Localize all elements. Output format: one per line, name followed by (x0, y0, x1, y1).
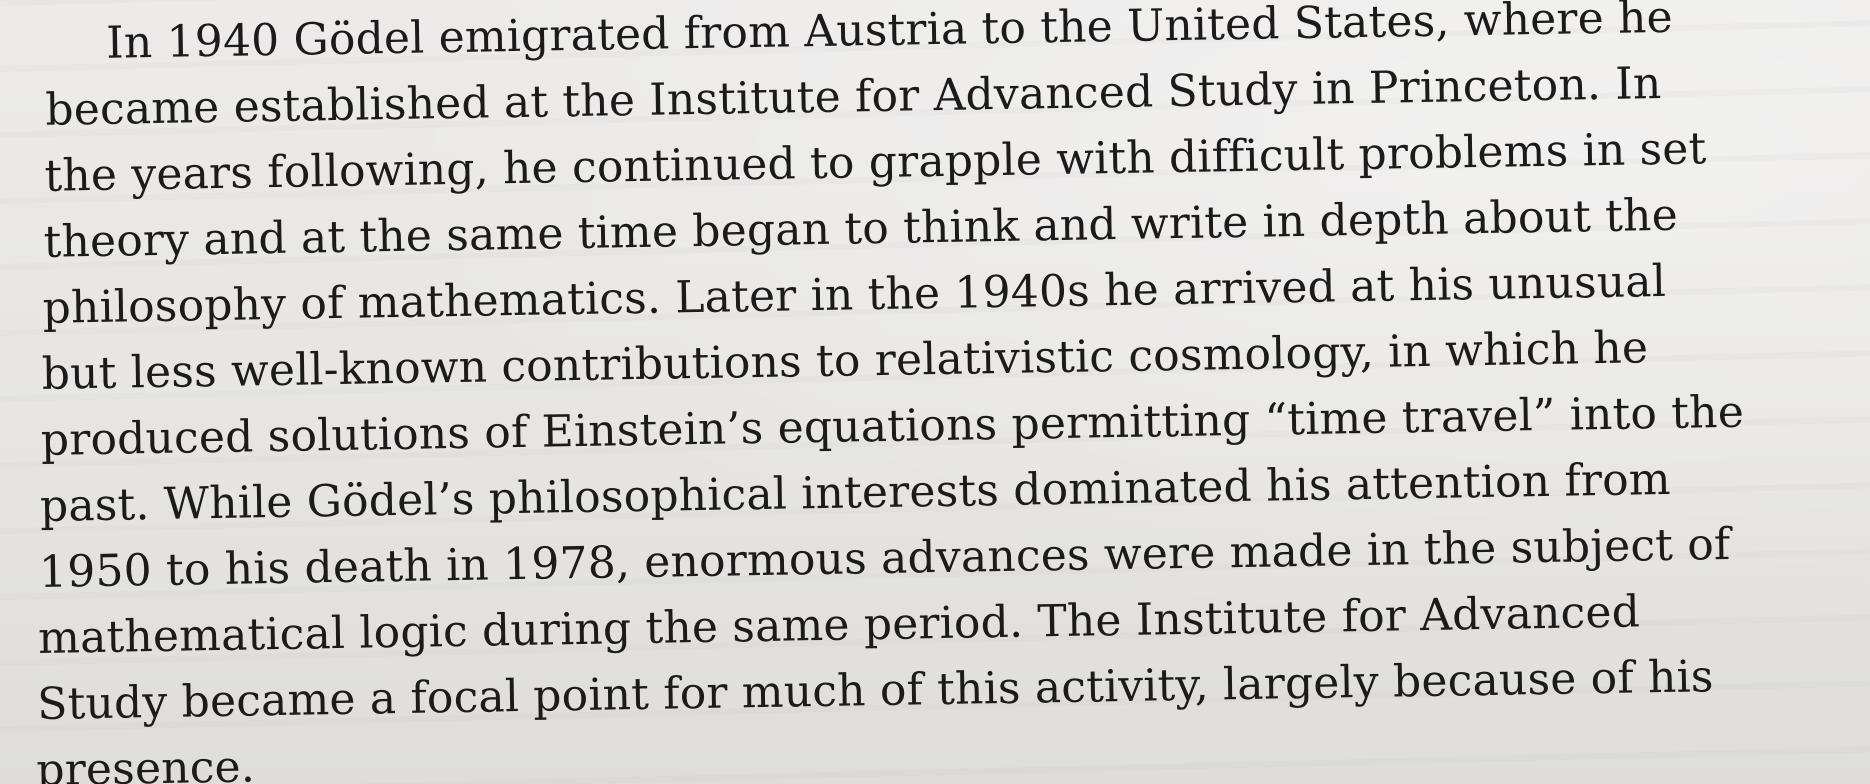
text-line: presence. (35, 741, 256, 784)
paragraph: In 1940 Gödel emigrated from Austria to … (0, 0, 1870, 784)
book-page: In 1940 Gödel emigrated from Austria to … (0, 0, 1870, 784)
